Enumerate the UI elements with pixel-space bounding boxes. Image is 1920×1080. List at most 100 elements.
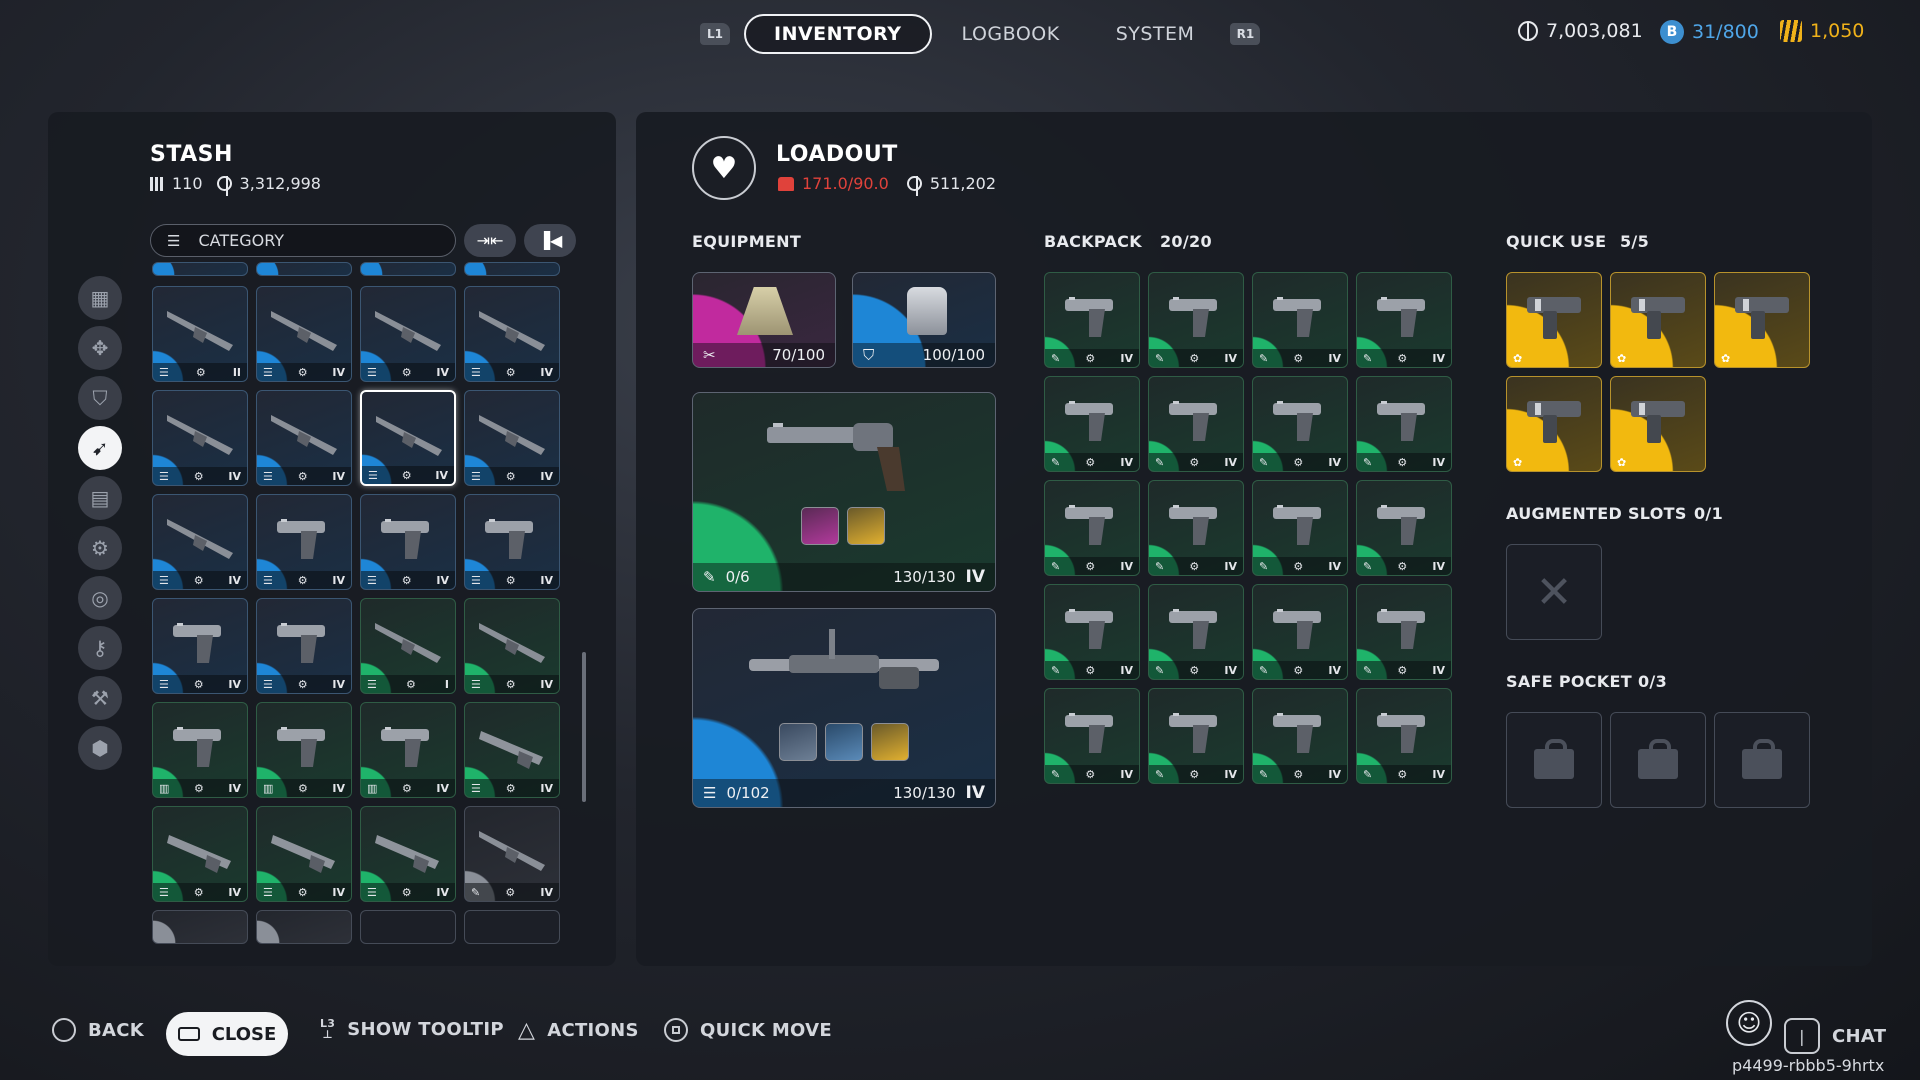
close-button[interactable]: CLOSE xyxy=(166,1012,288,1056)
device-image xyxy=(1521,291,1589,341)
quick-use-item[interactable]: ✿ xyxy=(1714,272,1810,368)
stash-item-partial[interactable] xyxy=(256,262,352,276)
sidebar-cog-icon[interactable]: ⚙ xyxy=(78,526,122,570)
stash-item-partial[interactable] xyxy=(360,910,456,944)
stash-item-partial[interactable] xyxy=(360,262,456,276)
tab-inventory[interactable]: INVENTORY xyxy=(744,14,932,54)
transfer-button[interactable]: ▐◀ xyxy=(524,224,576,257)
backpack-item[interactable]: ✎ ⚙ IV xyxy=(1252,688,1348,784)
tooltip-hint[interactable]: L3 ⊥ SHOW TOOLTIP xyxy=(320,1018,504,1040)
tab-system[interactable]: SYSTEM xyxy=(1088,14,1223,54)
safe-pocket-slot-1[interactable] xyxy=(1506,712,1602,808)
back-hint[interactable]: BACK xyxy=(52,1018,144,1042)
backpack-item[interactable]: ✎ ⚙ IV xyxy=(1356,584,1452,680)
stash-item[interactable]: ☰ ⚙ IV xyxy=(152,806,248,902)
stash-item-partial[interactable] xyxy=(152,910,248,944)
backpack-item[interactable]: ✎ ⚙ IV xyxy=(1044,376,1140,472)
chat-hint[interactable]: ❘ CHAT xyxy=(1784,1018,1886,1054)
ammo-icon: ✎ xyxy=(1259,663,1269,677)
attachment-3[interactable] xyxy=(779,723,817,761)
stash-item[interactable]: ☰ ⚙ I xyxy=(360,598,456,694)
quick-use-item[interactable]: ✿ xyxy=(1506,272,1602,368)
backpack-item[interactable]: ✎ ⚙ IV xyxy=(1044,688,1140,784)
backpack-item[interactable]: ✎ ⚙ IV xyxy=(1252,480,1348,576)
stash-item[interactable]: ▥ ⚙ IV xyxy=(360,702,456,798)
r1-button[interactable]: R1 xyxy=(1230,23,1261,45)
stash-item[interactable]: ☰ ⚙ IV xyxy=(152,598,248,694)
sidebar-gear-parts-icon[interactable]: ✥ xyxy=(78,326,122,370)
stash-item-partial[interactable] xyxy=(464,910,560,944)
backpack-item[interactable]: ✎ ⚙ IV xyxy=(1252,584,1348,680)
quick-use-item[interactable]: ✿ xyxy=(1610,272,1706,368)
l1-button[interactable]: L1 xyxy=(700,23,730,45)
sidebar-grid-icon[interactable]: ▦ xyxy=(78,276,122,320)
augment-slot[interactable]: ✂ 70/100 xyxy=(692,272,836,368)
sidebar-key-icon[interactable]: ⚷ xyxy=(78,626,122,670)
stash-item[interactable]: ☰ ⚙ IV xyxy=(152,390,248,486)
wrench-icon: ⚒ xyxy=(91,686,109,710)
safe-pocket-slot-2[interactable] xyxy=(1610,712,1706,808)
stash-item[interactable]: ☰ ⚙ IV xyxy=(464,598,560,694)
stash-item[interactable]: ☰ ⚙ IV xyxy=(360,494,456,590)
backpack-item[interactable]: ✎ ⚙ IV xyxy=(1148,584,1244,680)
stash-item[interactable]: ▥ ⚙ IV xyxy=(152,702,248,798)
backpack-item[interactable]: ✎ ⚙ IV xyxy=(1148,376,1244,472)
backpack-item[interactable]: ✎ ⚙ IV xyxy=(1252,272,1348,368)
stash-item[interactable]: ☰ ⚙ IV xyxy=(256,806,352,902)
stash-item-partial[interactable] xyxy=(464,262,560,276)
stash-item[interactable]: ☰ ⚙ II xyxy=(152,286,248,382)
backpack-item[interactable]: ✎ ⚙ IV xyxy=(1356,688,1452,784)
attachment-4[interactable] xyxy=(825,723,863,761)
backpack-item[interactable]: ✎ ⚙ IV xyxy=(1356,272,1452,368)
sidebar-gun-icon[interactable]: ➹ xyxy=(78,426,122,470)
attachment-2[interactable] xyxy=(847,507,885,545)
backpack-item[interactable]: ✎ ⚙ IV xyxy=(1044,584,1140,680)
backpack-item[interactable]: ✎ ⚙ IV xyxy=(1356,376,1452,472)
stash-item[interactable]: ✎ ⚙ IV xyxy=(464,806,560,902)
stash-item[interactable]: ☰ ⚙ IV xyxy=(360,390,456,486)
stash-item-partial[interactable] xyxy=(152,262,248,276)
sidebar-book-icon[interactable]: ▤ xyxy=(78,476,122,520)
backpack-item[interactable]: ✎ ⚙ IV xyxy=(1148,688,1244,784)
stash-item[interactable]: ☰ ⚙ IV xyxy=(256,494,352,590)
sidebar-shield-icon[interactable]: ⛉ xyxy=(78,376,122,420)
backpack-item[interactable]: ✎ ⚙ IV xyxy=(1252,376,1348,472)
quick-move-hint[interactable]: QUICK MOVE xyxy=(664,1018,832,1042)
safe-pocket-slot-3[interactable] xyxy=(1714,712,1810,808)
sidebar-ring-icon[interactable]: ◎ xyxy=(78,576,122,620)
stash-item[interactable]: ☰ ⚙ IV xyxy=(464,494,560,590)
backpack-item[interactable]: ✎ ⚙ IV xyxy=(1044,272,1140,368)
weapon-slot-1[interactable]: ✎ 0/6 130/130 IV xyxy=(692,392,996,592)
stash-item[interactable]: ☰ ⚙ IV xyxy=(464,286,560,382)
shield-slot[interactable]: ⛉ 100/100 xyxy=(852,272,996,368)
weapon-slot-2[interactable]: ☰ 0/102 130/130 IV xyxy=(692,608,996,808)
avatar[interactable]: ☺ xyxy=(1726,1000,1772,1046)
stash-item[interactable]: ☰ ⚙ IV xyxy=(464,390,560,486)
sidebar-wrench-icon[interactable]: ⚒ xyxy=(78,676,122,720)
stash-item[interactable]: ☰ ⚙ IV xyxy=(152,494,248,590)
tab-logbook[interactable]: LOGBOOK xyxy=(934,14,1088,54)
stash-scrollbar[interactable] xyxy=(582,652,586,802)
quick-use-item[interactable]: ✿ xyxy=(1506,376,1602,472)
stash-item[interactable]: ▥ ⚙ IV xyxy=(256,702,352,798)
attachment-1[interactable] xyxy=(801,507,839,545)
collapse-button[interactable]: ⇥⇤ xyxy=(464,224,516,257)
stash-item-partial[interactable] xyxy=(256,910,352,944)
backpack-item[interactable]: ✎ ⚙ IV xyxy=(1356,480,1452,576)
stash-item[interactable]: ☰ ⚙ IV xyxy=(360,806,456,902)
stash-item[interactable]: ☰ ⚙ IV xyxy=(256,598,352,694)
stash-item[interactable]: ☰ ⚙ IV xyxy=(360,286,456,382)
backpack-item[interactable]: ✎ ⚙ IV xyxy=(1148,272,1244,368)
stash-item[interactable]: ☰ ⚙ IV xyxy=(256,390,352,486)
backpack-item[interactable]: ✎ ⚙ IV xyxy=(1148,480,1244,576)
stash-item[interactable]: ☰ ⚙ IV xyxy=(464,702,560,798)
augmented-slot[interactable]: ✕ xyxy=(1506,544,1602,640)
ring-icon: ◎ xyxy=(91,586,109,610)
quick-use-item[interactable]: ✿ xyxy=(1610,376,1706,472)
actions-hint[interactable]: △ ACTIONS xyxy=(518,1018,639,1043)
backpack-item[interactable]: ✎ ⚙ IV xyxy=(1044,480,1140,576)
sidebar-box-icon[interactable]: ⬢ xyxy=(78,726,122,770)
stash-item[interactable]: ☰ ⚙ IV xyxy=(256,286,352,382)
attachment-5[interactable] xyxy=(871,723,909,761)
category-filter[interactable]: ☰ CATEGORY xyxy=(150,224,456,257)
